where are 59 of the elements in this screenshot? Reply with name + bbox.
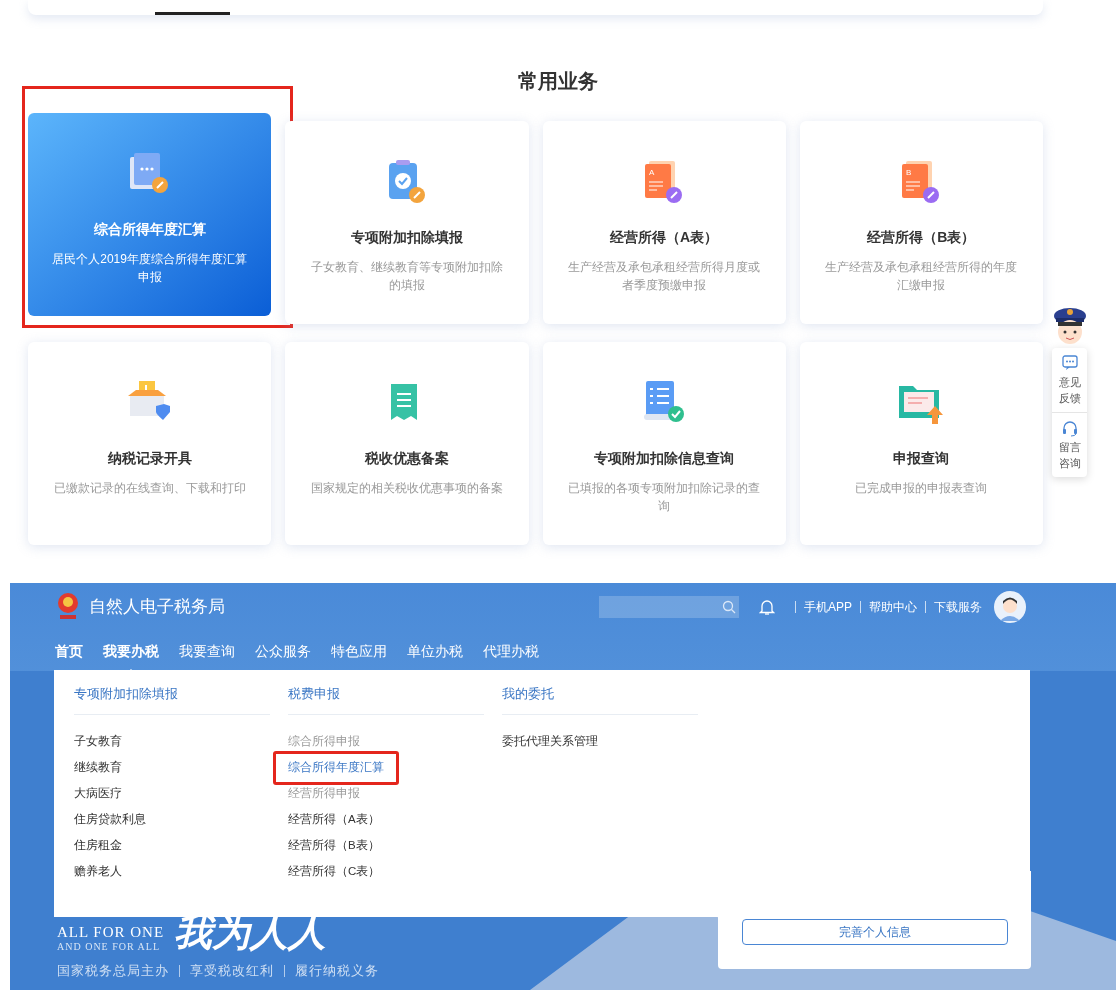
chat-bubble-icon[interactable] [1060,354,1079,372]
side-widget-item[interactable]: 意见反馈 [1052,348,1087,412]
menu-group-label: 经营所得申报 [288,785,360,801]
side-widget-item[interactable]: 留言咨询 [1052,412,1087,477]
bell-icon[interactable] [759,598,775,616]
service-card[interactable]: 综合所得年度汇算 居民个人2019年度综合所得年度汇算申报 [28,113,272,316]
menu-item[interactable]: 子女教育 [74,732,122,751]
menu-item[interactable]: 住房贷款利息 [74,810,146,829]
side-widget-label: 留言咨询 [1058,440,1081,471]
card-description: 子女教育、继续教育等专项附加扣除的填报 [309,259,504,294]
side-widget-label: 意见反馈 [1058,375,1081,406]
card-description: 已填报的各项专项附加扣除记录的查询 [567,480,762,515]
headset-icon[interactable] [1060,419,1079,437]
menu-group-label: 综合所得申报 [288,733,360,749]
menu-heading: 我的委托 [502,684,698,715]
menu-item[interactable]: 赡养老人 [74,862,122,881]
service-card[interactable]: 专项附加扣除信息查询 已填报的各项专项附加扣除记录的查询 [542,342,786,545]
service-card[interactable]: 申报查询 已完成申报的申报表查询 [799,342,1043,545]
tagline-text: 享受税改红利 [190,962,274,980]
section-title: 常用业务 [518,69,598,94]
card-title: 专项附加扣除填报 [350,228,463,247]
slogan-text: AND ONE FOR ALL [57,941,162,953]
card-title: 专项附加扣除信息查询 [594,449,735,468]
tagline-text: 履行纳税义务 [295,962,379,980]
menu-item[interactable]: 委托代理关系管理 [502,732,598,751]
service-card[interactable]: 专项附加扣除填报 子女教育、继续教育等专项附加扣除的填报 [285,121,529,324]
site-title: 自然人电子税务局 [89,596,225,619]
card-title: 经营所得（A表） [610,228,719,247]
service-card[interactable]: A 经营所得（A表） 生产经营及承包承租经营所得月度或者季度预缴申报 [542,121,786,324]
complete-profile-button[interactable]: 完善个人信息 [741,919,1008,945]
card-title: 经营所得（B表） [867,228,976,247]
menu-heading: 税费申报 [288,684,484,715]
card-description: 已完成申报的申报表查询 [855,480,988,497]
card-title: 税收优惠备案 [364,449,449,468]
card-description: 生产经营及承包承租经营所得的年度汇缴申报 [824,259,1019,294]
card-description: 生产经营及承包承租经营所得月度或者季度预缴申报 [567,259,762,294]
menu-item[interactable]: 大病医疗 [74,784,122,803]
menu-item[interactable]: 继续教育 [74,758,122,777]
card-description: 国家规定的相关税收优惠事项的备案 [310,480,503,497]
menu-item[interactable]: 住房租金 [74,836,122,855]
card-title: 纳税记录开具 [107,449,192,468]
menu-item[interactable]: 经营所得（C表） [288,862,381,881]
slogan-text: ALL FOR ONE [57,924,165,941]
tagline-text: 国家税务总局主办 [57,962,169,980]
service-card[interactable]: 纳税记录开具 已缴款记录的在线查询、下载和打印 [28,342,272,545]
menu-item[interactable]: 综合所得年度汇算 [288,758,384,777]
menu-item[interactable]: 经营所得（B表） [288,836,380,855]
card-title: 申报查询 [893,449,950,468]
service-card[interactable]: B 经营所得（B表） 生产经营及承包承租经营所得的年度汇缴申报 [799,121,1043,324]
menu-heading: 专项附加扣除填报 [74,684,270,715]
service-card[interactable]: 税收优惠备案 国家规定的相关税收优惠事项的备案 [285,342,529,545]
avatar-icon[interactable] [994,591,1026,623]
search-icon[interactable] [722,600,736,614]
emblem-logo-icon [55,592,81,622]
card-description: 已缴款记录的在线查询、下载和打印 [53,480,246,497]
card-description: 居民个人2019年度综合所得年度汇算申报 [51,251,248,286]
search-field[interactable] [599,596,739,618]
card-title: 综合所得年度汇算 [93,220,206,239]
menu-item[interactable]: 经营所得（A表） [288,810,380,829]
